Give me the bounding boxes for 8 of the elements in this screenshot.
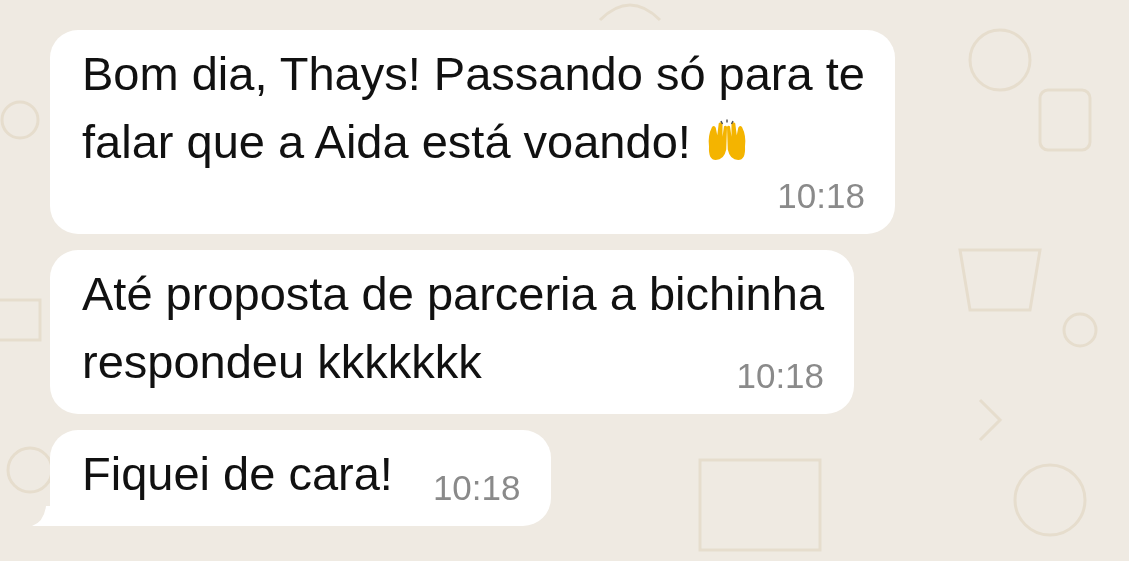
message-text: respondeu kkkkkkk (82, 334, 482, 390)
message-text: Até proposta de parceria a bichinha (82, 266, 825, 322)
message-time: 10:18 (432, 468, 521, 508)
message-text: Bom dia, Thays! Passando só para te (82, 46, 865, 102)
message-time: 10:18 (736, 356, 825, 396)
message-text: falar que a Aida está voando! (82, 114, 691, 170)
message-text: Fiquei de cara! (82, 446, 393, 502)
message-time: 10:18 (777, 176, 865, 216)
